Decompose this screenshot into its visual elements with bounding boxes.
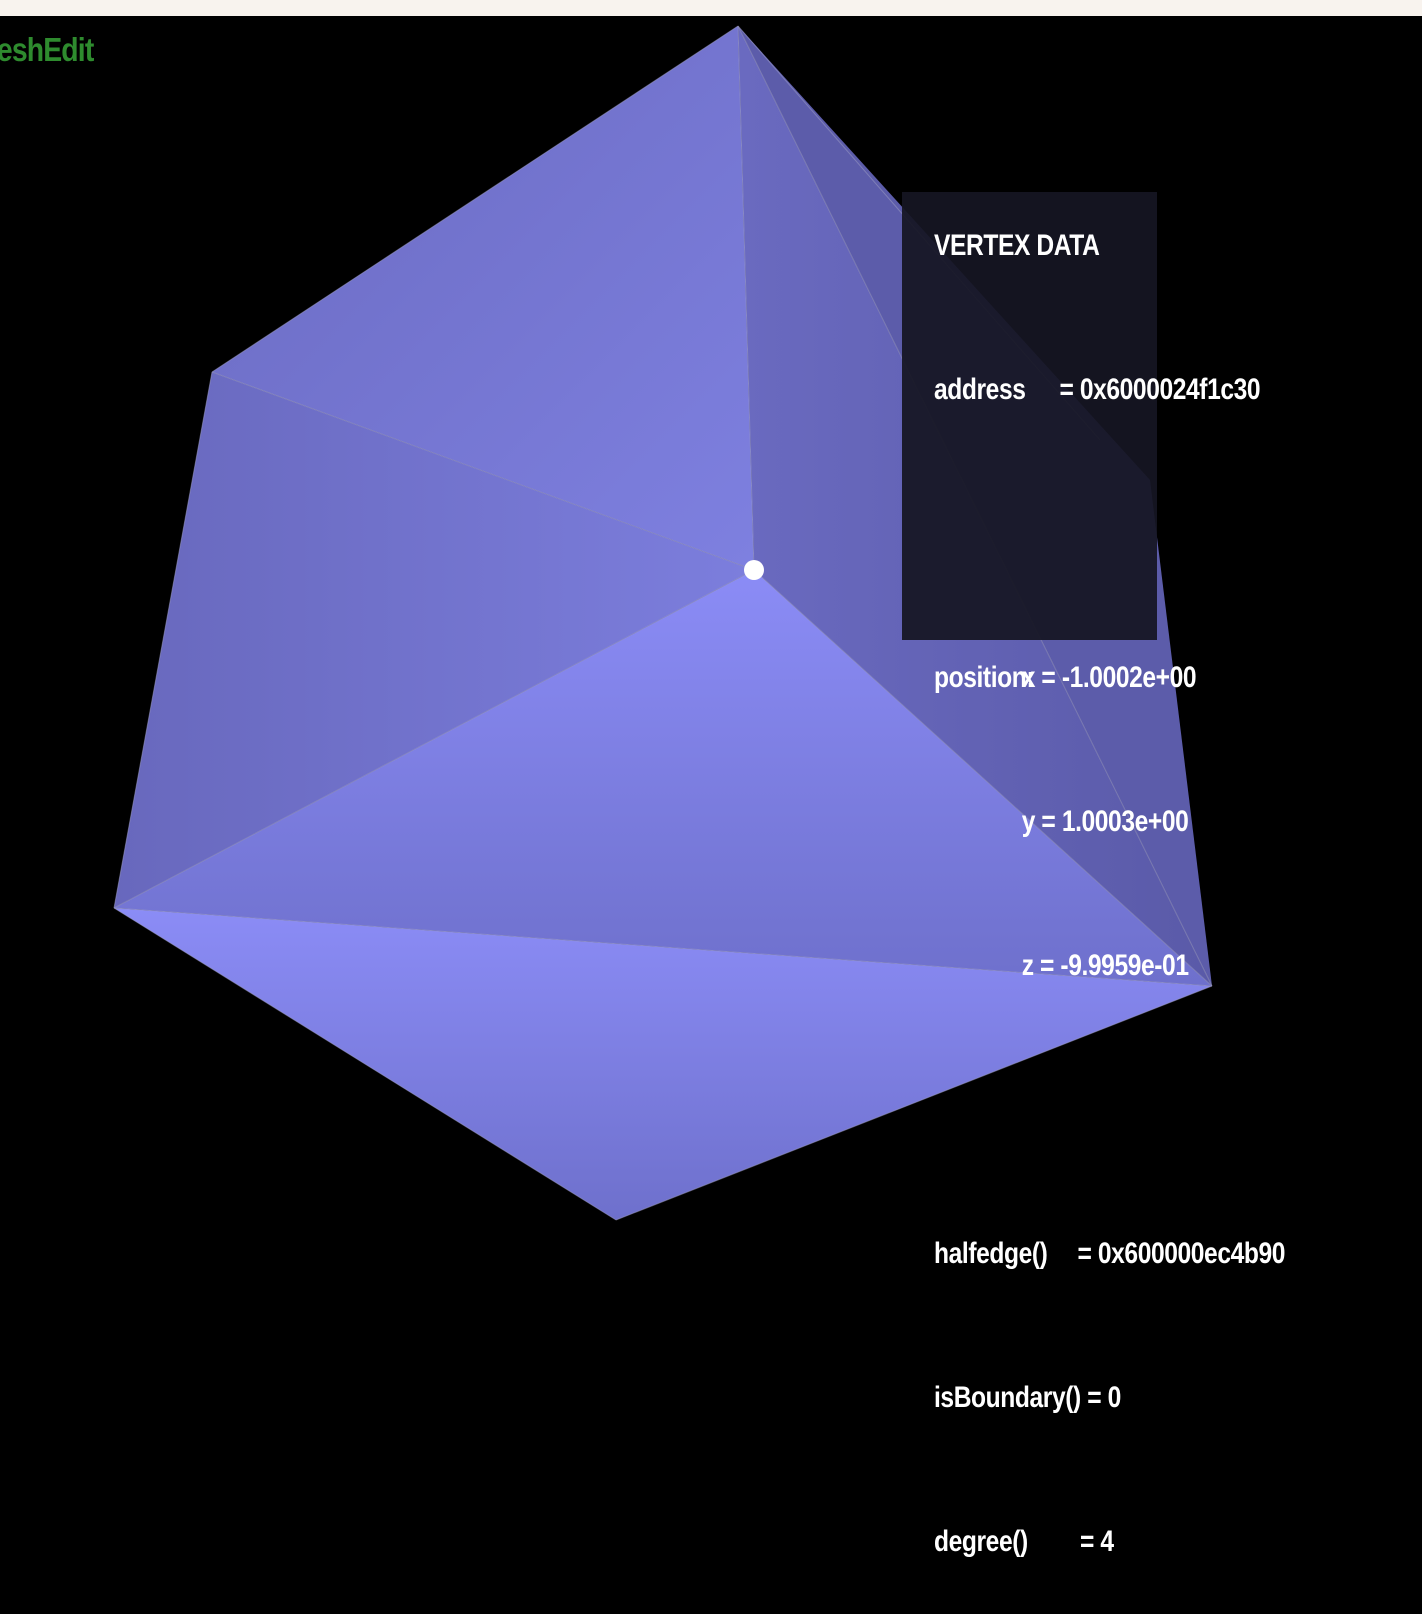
app-title: eshEdit xyxy=(0,30,94,70)
vertex-info-text: VERTEX DATA address = 0x6000024f1c30 posi… xyxy=(934,126,1285,1614)
position-x-row: position:x = -1.0002e+00 xyxy=(934,654,1285,702)
position-z-row: z = -9.9959e-01 xyxy=(934,942,1285,990)
degree-value: = 4 xyxy=(1079,1525,1114,1558)
address-row: address = 0x6000024f1c30 xyxy=(934,366,1285,414)
selected-vertex[interactable] xyxy=(744,560,764,580)
degree-row: degree() = 4 xyxy=(934,1518,1285,1566)
blank-row xyxy=(934,510,1285,558)
app-title-region: eshEdit xyxy=(0,0,140,100)
address-label: address xyxy=(934,373,1026,406)
degree-label: degree() xyxy=(934,1525,1028,1558)
halfedge-row: halfedge() = 0x600000ec4b90 xyxy=(934,1230,1285,1278)
position-z-value: z = -9.9959e-01 xyxy=(1021,949,1189,982)
blank-row xyxy=(934,1086,1285,1134)
address-value: = 0x6000024f1c30 xyxy=(1059,373,1261,406)
window-top-strip xyxy=(0,0,1422,16)
position-y-row: y = 1.0003e+00 xyxy=(934,798,1285,846)
app-title-text: eshEdit xyxy=(0,31,94,68)
isboundary-row: isBoundary() = 0 xyxy=(934,1374,1285,1422)
position-label: position: xyxy=(934,661,1035,694)
position-y-value: y = 1.0003e+00 xyxy=(1021,805,1189,838)
halfedge-value: = 0x600000ec4b90 xyxy=(1077,1237,1286,1270)
isboundary-value: = 0 xyxy=(1087,1381,1121,1414)
halfedge-label: halfedge() xyxy=(934,1237,1048,1270)
position-x-value: x = -1.0002e+00 xyxy=(1021,661,1197,694)
isboundary-label: isBoundary() xyxy=(934,1381,1081,1414)
vertex-panel-heading: VERTEX DATA xyxy=(934,229,1100,262)
